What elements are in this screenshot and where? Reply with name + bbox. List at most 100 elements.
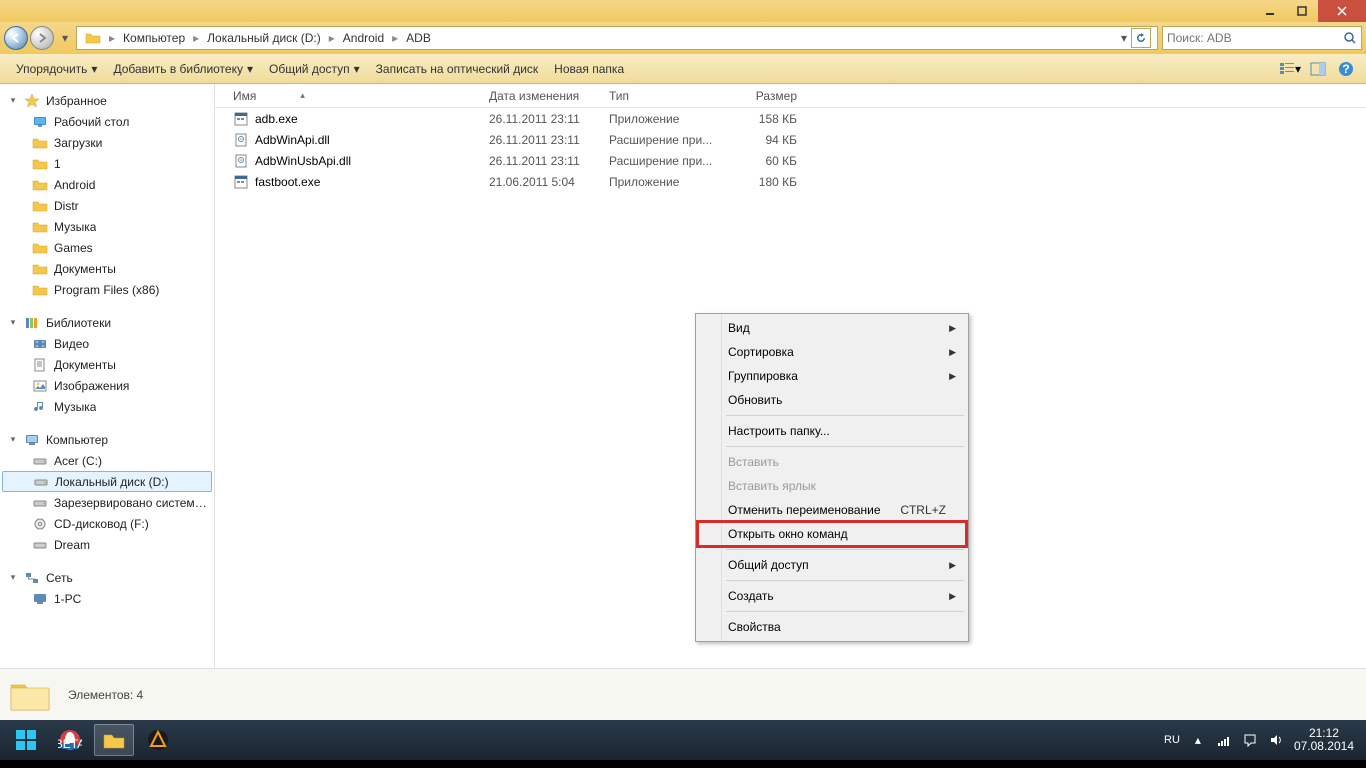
- file-row[interactable]: AdbWinUsbApi.dll26.11.2011 23:11Расширен…: [215, 150, 1366, 171]
- menu-item-create[interactable]: Создать▶: [698, 584, 966, 608]
- chevron-right-icon[interactable]: ▸: [327, 31, 337, 45]
- sidebar-item-android[interactable]: Android: [0, 174, 214, 195]
- folder-icon: [32, 282, 48, 298]
- file-name: fastboot.exe: [255, 175, 320, 189]
- chevron-right-icon[interactable]: ▸: [191, 31, 201, 45]
- taskbar-app-opera[interactable]: BETA: [50, 724, 90, 756]
- maximize-button[interactable]: [1286, 0, 1318, 22]
- menu-item-group[interactable]: Группировка▶: [698, 364, 966, 388]
- breadcrumb-computer[interactable]: Компьютер: [117, 27, 191, 49]
- column-header-name[interactable]: Имя▴: [233, 89, 489, 103]
- organize-menu[interactable]: Упорядочить ▾: [8, 58, 105, 80]
- svg-text:?: ?: [1342, 62, 1349, 76]
- sidebar-libraries[interactable]: ▾Библиотеки: [0, 312, 214, 333]
- sidebar-item-reserved[interactable]: Зарезервировано системой (: [0, 492, 214, 513]
- menu-item-undo-rename[interactable]: Отменить переименованиеCTRL+Z: [698, 498, 966, 522]
- application-icon: [233, 111, 249, 127]
- file-size: 94 КБ: [727, 133, 797, 147]
- language-indicator[interactable]: RU: [1164, 734, 1180, 746]
- file-size: 158 КБ: [727, 112, 797, 126]
- forward-button[interactable]: [30, 26, 54, 50]
- libraries-icon: [24, 315, 40, 331]
- file-row[interactable]: adb.exe26.11.2011 23:11Приложение158 КБ: [215, 108, 1366, 129]
- taskbar-app-aimp[interactable]: [138, 724, 178, 756]
- refresh-button[interactable]: [1131, 28, 1151, 48]
- folder-icon: [32, 156, 48, 172]
- drive-icon: [32, 537, 48, 553]
- drive-icon: [33, 474, 49, 490]
- sidebar-item-cd-drive[interactable]: CD-дисковод (F:): [0, 513, 214, 534]
- back-button[interactable]: [4, 26, 28, 50]
- column-header-date[interactable]: Дата изменения: [489, 89, 609, 103]
- sidebar-item-video[interactable]: Видео: [0, 333, 214, 354]
- breadcrumb-disk-d[interactable]: Локальный диск (D:): [201, 27, 327, 49]
- history-dropdown[interactable]: ▾: [58, 31, 72, 45]
- sidebar-item-program-files[interactable]: Program Files (x86): [0, 279, 214, 300]
- network-icon[interactable]: [1216, 732, 1232, 748]
- chevron-right-icon: ▶: [949, 560, 956, 571]
- pc-icon: [32, 591, 48, 607]
- taskbar-app-explorer[interactable]: [94, 724, 134, 756]
- new-folder-button[interactable]: Новая папка: [546, 58, 632, 80]
- close-button[interactable]: [1318, 0, 1366, 22]
- sidebar-item-1pc[interactable]: 1-PC: [0, 588, 214, 609]
- menu-item-share[interactable]: Общий доступ▶: [698, 553, 966, 577]
- sidebar-item-distr[interactable]: Distr: [0, 195, 214, 216]
- sidebar-item-images[interactable]: Изображения: [0, 375, 214, 396]
- sidebar-item-games[interactable]: Games: [0, 237, 214, 258]
- file-type: Расширение при...: [609, 154, 727, 168]
- menu-item-refresh[interactable]: Обновить: [698, 388, 966, 412]
- search-icon[interactable]: [1343, 31, 1357, 45]
- add-to-library-menu[interactable]: Добавить в библиотеку ▾: [105, 58, 261, 80]
- sidebar-item-lib-documents[interactable]: Документы: [0, 354, 214, 375]
- start-button[interactable]: [4, 721, 48, 759]
- breadcrumb-android[interactable]: Android: [337, 27, 390, 49]
- help-button[interactable]: ?: [1334, 57, 1358, 81]
- share-menu[interactable]: Общий доступ ▾: [261, 58, 368, 80]
- drive-icon: [32, 453, 48, 469]
- tray-chevron-up-icon[interactable]: ▴: [1190, 732, 1206, 748]
- file-date: 26.11.2011 23:11: [489, 112, 609, 126]
- file-size: 180 КБ: [727, 175, 797, 189]
- sidebar-computer[interactable]: ▾Компьютер: [0, 429, 214, 450]
- file-date: 21.06.2011 5:04: [489, 175, 609, 189]
- volume-icon[interactable]: [1268, 732, 1284, 748]
- breadcrumb-dropdown[interactable]: ▾: [1121, 31, 1127, 45]
- preview-pane-button[interactable]: [1306, 57, 1330, 81]
- sidebar-item-lib-music[interactable]: Музыка: [0, 396, 214, 417]
- chevron-right-icon[interactable]: ▸: [390, 31, 400, 45]
- drive-icon: [32, 495, 48, 511]
- sidebar-item-music[interactable]: Музыка: [0, 216, 214, 237]
- sidebar-favorites[interactable]: ▾Избранное: [0, 90, 214, 111]
- file-row[interactable]: AdbWinApi.dll26.11.2011 23:11Расширение …: [215, 129, 1366, 150]
- folder-icon: [32, 240, 48, 256]
- sidebar-item-1[interactable]: 1: [0, 153, 214, 174]
- sidebar-item-dream[interactable]: Dream: [0, 534, 214, 555]
- menu-item-view[interactable]: Вид▶: [698, 316, 966, 340]
- menu-item-properties[interactable]: Свойства: [698, 615, 966, 639]
- view-mode-button[interactable]: ▾: [1278, 57, 1302, 81]
- sidebar-item-downloads[interactable]: Загрузки: [0, 132, 214, 153]
- sidebar-network[interactable]: ▾Сеть: [0, 567, 214, 588]
- search-input[interactable]: [1167, 31, 1343, 45]
- sidebar-item-desktop[interactable]: Рабочий стол: [0, 111, 214, 132]
- sidebar-item-documents[interactable]: Документы: [0, 258, 214, 279]
- sidebar-item-acer-c[interactable]: Acer (C:): [0, 450, 214, 471]
- column-header-type[interactable]: Тип: [609, 89, 727, 103]
- menu-item-sort[interactable]: Сортировка▶: [698, 340, 966, 364]
- clock[interactable]: 21:12 07.08.2014: [1294, 727, 1354, 753]
- menu-item-open-command-window[interactable]: Открыть окно команд: [698, 522, 966, 546]
- breadcrumb-adb[interactable]: ADB: [400, 27, 437, 49]
- context-menu: Вид▶ Сортировка▶ Группировка▶ Обновить Н…: [695, 313, 969, 642]
- minimize-button[interactable]: [1254, 0, 1286, 22]
- action-center-icon[interactable]: [1242, 732, 1258, 748]
- sidebar-item-local-d[interactable]: Локальный диск (D:): [2, 471, 212, 492]
- menu-item-customize[interactable]: Настроить папку...: [698, 419, 966, 443]
- column-header-size[interactable]: Размер: [727, 89, 797, 103]
- file-row[interactable]: fastboot.exe21.06.2011 5:04Приложение180…: [215, 171, 1366, 192]
- chevron-right-icon[interactable]: ▸: [107, 31, 117, 45]
- breadcrumb-bar[interactable]: ▸ Компьютер ▸ Локальный диск (D:) ▸ Andr…: [76, 26, 1158, 50]
- search-box[interactable]: [1162, 26, 1362, 50]
- burn-button[interactable]: Записать на оптический диск: [368, 58, 547, 80]
- file-rows[interactable]: adb.exe26.11.2011 23:11Приложение158 КБA…: [215, 108, 1366, 668]
